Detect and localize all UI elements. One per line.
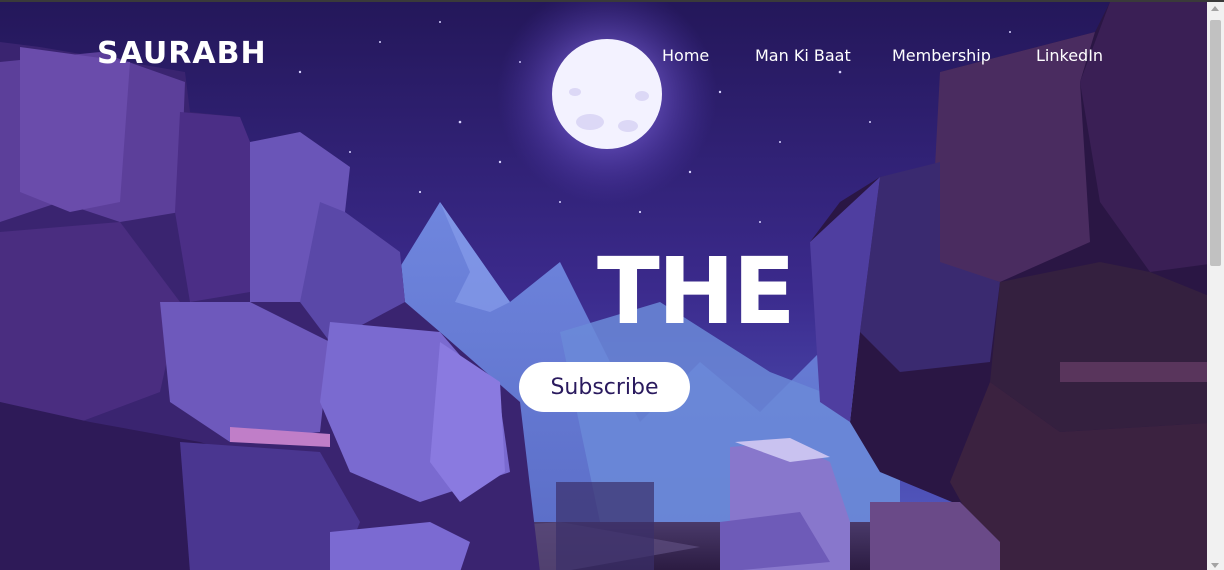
vertical-scrollbar[interactable]	[1207, 2, 1224, 570]
nav-item-man-ki-baat[interactable]: Man Ki Baat	[755, 46, 851, 65]
scrollbar-thumb[interactable]	[1210, 20, 1221, 266]
scroll-down-icon[interactable]	[1211, 563, 1219, 568]
nav-item-home[interactable]: Home	[662, 46, 709, 65]
hero-title: THE SAURABH	[597, 238, 829, 345]
top-navigation: SAURABH Home Man Ki Baat Membership Link…	[0, 2, 1207, 112]
nav-item-linkedin[interactable]: LinkedIn	[1036, 46, 1103, 65]
hero-title-clip: THE SAURABH	[597, 237, 829, 347]
subscribe-button[interactable]: Subscribe	[519, 362, 690, 412]
brand-logo[interactable]: SAURABH	[97, 36, 267, 71]
nav-item-membership[interactable]: Membership	[892, 46, 991, 65]
landing-page: SAURABH Home Man Ki Baat Membership Link…	[0, 0, 1224, 570]
scroll-up-icon[interactable]	[1211, 6, 1219, 11]
